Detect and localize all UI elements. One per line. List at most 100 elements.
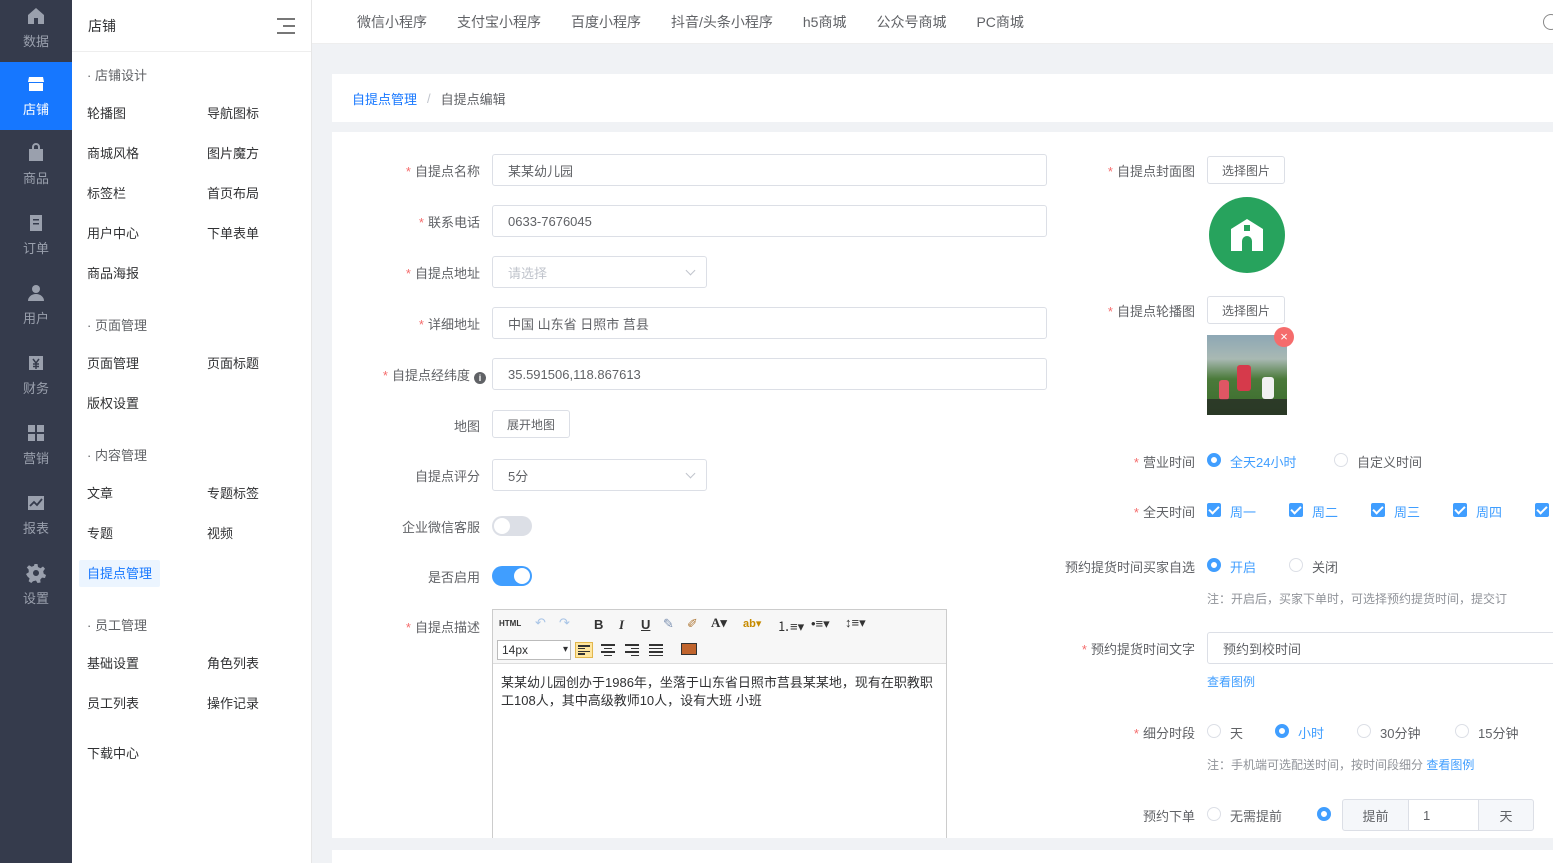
highlight-color-icon[interactable]: ab▾ [743,617,761,630]
rail-item-reports[interactable]: 报表 [0,480,72,550]
slot-30min-radio[interactable] [1357,724,1371,738]
menu-topic-tags[interactable]: 专题标签 [192,474,312,514]
phone-input[interactable]: 0633-7676045 [492,205,1047,237]
menu-video[interactable]: 视频 [192,514,312,554]
slot-hour-radio[interactable] [1275,724,1289,738]
select-carousel-button[interactable]: 选择图片 [1207,296,1286,324]
picktext-example-link[interactable]: 查看图例 [1207,673,1255,690]
slot-hour-label[interactable]: 小时 [1298,723,1324,742]
menu-mall-style[interactable]: 商城风格 [72,134,192,174]
menu-carousel[interactable]: 轮播图 [72,94,192,134]
hours-custom-label[interactable]: 自定义时间 [1357,452,1422,471]
tab-h5-mall[interactable]: h5商城 [803,12,847,32]
rail-item-marketing[interactable]: 营销 [0,410,72,480]
preorder-none-radio[interactable] [1207,807,1221,821]
select-cover-button[interactable]: 选择图片 [1207,156,1286,184]
eraser-icon[interactable]: ✎ [663,616,674,632]
rail-item-goods[interactable]: 商品 [0,130,72,200]
unordered-list-icon[interactable]: •≡▾ [811,616,830,632]
slot-example-link[interactable]: 查看图例 [1426,758,1474,772]
detail-address-input[interactable]: 中国 山东省 日照市 莒县 [492,307,1047,339]
rail-item-store[interactable]: 店铺 [0,62,72,130]
font-size-select[interactable]: 14px [497,640,571,660]
ordered-list-icon[interactable]: ⒈≡▾ [777,616,804,635]
breadcrumb-parent[interactable]: 自提点管理 [352,89,417,108]
undo-icon[interactable]: ↶ [535,615,546,631]
wechat-service-switch[interactable] [492,516,532,536]
menu-pickup-mgmt[interactable]: 自提点管理 [72,554,192,594]
slot-day-label[interactable]: 天 [1230,723,1243,742]
menu-nav-icons[interactable]: 导航图标 [192,94,312,134]
underline-icon[interactable]: U [641,617,650,632]
rail-item-orders[interactable]: 订单 [0,200,72,270]
day-mon-checkbox[interactable] [1207,503,1221,517]
line-height-icon[interactable]: ↕≡▾ [845,615,866,631]
day-wed-label[interactable]: 周三 [1394,502,1420,521]
format-brush-icon[interactable]: ✐ [687,616,698,632]
menu-topic[interactable]: 专题 [72,514,192,554]
address-select[interactable]: 请选择 [492,256,707,288]
info-icon[interactable]: i [474,372,486,384]
hours-custom-radio[interactable] [1334,453,1348,467]
name-input[interactable]: 某某幼儿园 [492,154,1047,186]
selfpick-off-label[interactable]: 关闭 [1312,557,1338,576]
menu-page-mgmt[interactable]: 页面管理 [72,344,192,384]
align-justify-icon[interactable] [647,642,665,658]
rail-item-users[interactable]: 用户 [0,270,72,340]
font-color-icon[interactable]: A▾ [711,615,727,631]
redo-icon[interactable]: ↷ [559,615,570,631]
hours-24h-label[interactable]: 全天24小时 [1230,452,1296,471]
tab-wechat-mini[interactable]: 微信小程序 [357,12,427,32]
tab-official-account-mall[interactable]: 公众号商城 [876,12,946,32]
hours-24h-radio[interactable] [1207,453,1221,467]
enabled-switch[interactable] [492,566,532,586]
menu-role-list[interactable]: 角色列表 [192,644,312,684]
menu-copyright[interactable]: 版权设置 [72,384,192,424]
menu-user-center[interactable]: 用户中心 [72,214,192,254]
editor-content[interactable]: 某某幼儿园创办于1986年，坐落于山东省日照市莒县某某地，现有在职教职工108人… [493,664,946,720]
preorder-advance-radio[interactable] [1317,807,1331,821]
tab-pc-mall[interactable]: PC商城 [976,12,1023,32]
preorder-days-input[interactable]: 1 [1408,799,1479,831]
day-thu-checkbox[interactable] [1453,503,1467,517]
menu-operation-log[interactable]: 操作记录 [192,684,312,724]
rail-item-settings[interactable]: 设置 [0,550,72,620]
align-right-icon[interactable] [623,642,641,658]
rating-select[interactable]: 5分 [492,459,707,491]
expand-map-button[interactable]: 展开地图 [492,410,571,438]
menu-home-layout[interactable]: 首页布局 [192,174,312,214]
day-mon-label[interactable]: 周一 [1230,502,1256,521]
rich-text-editor[interactable]: HTML ↶ ↷ B I U ✎ ✐ A▾ ab▾ ⒈≡▾ •≡▾ ↕≡▾ 14… [492,609,947,838]
slot-day-radio[interactable] [1207,724,1221,738]
picktext-input[interactable]: 预约到校时间 [1207,632,1553,664]
menu-order-form[interactable]: 下单表单 [192,214,312,254]
slot-30min-label[interactable]: 30分钟 [1380,723,1420,742]
clock-icon[interactable] [1543,14,1553,30]
tab-douyin-mini[interactable]: 抖音/头条小程序 [671,12,773,32]
remove-image-icon[interactable]: × [1274,327,1294,347]
slot-15min-radio[interactable] [1455,724,1469,738]
menu-staff-list[interactable]: 员工列表 [72,684,192,724]
italic-icon[interactable]: I [619,617,624,633]
menu-tabbar[interactable]: 标签栏 [72,174,192,214]
menu-download-center[interactable]: 下载中心 [72,734,311,774]
selfpick-on-radio[interactable] [1207,558,1221,572]
day-thu-label[interactable]: 周四 [1476,502,1502,521]
latlng-input[interactable]: 35.591506,118.867613 [492,358,1047,390]
menu-goods-poster[interactable]: 商品海报 [72,254,192,294]
slot-15min-label[interactable]: 15分钟 [1478,723,1518,742]
day-wed-checkbox[interactable] [1371,503,1385,517]
tab-alipay-mini[interactable]: 支付宝小程序 [457,12,541,32]
menu-basic-settings[interactable]: 基础设置 [72,644,192,684]
day-tue-label[interactable]: 周二 [1312,502,1338,521]
menu-article[interactable]: 文章 [72,474,192,514]
tab-baidu-mini[interactable]: 百度小程序 [571,12,641,32]
rail-item-finance[interactable]: 财务 [0,340,72,410]
day-tue-checkbox[interactable] [1289,503,1303,517]
collapse-menu-icon[interactable] [277,17,295,34]
rail-item-data[interactable]: 数据 [0,0,72,52]
menu-image-cube[interactable]: 图片魔方 [192,134,312,174]
insert-image-icon[interactable] [681,643,697,655]
selfpick-off-radio[interactable] [1289,558,1303,572]
bold-icon[interactable]: B [594,617,603,632]
